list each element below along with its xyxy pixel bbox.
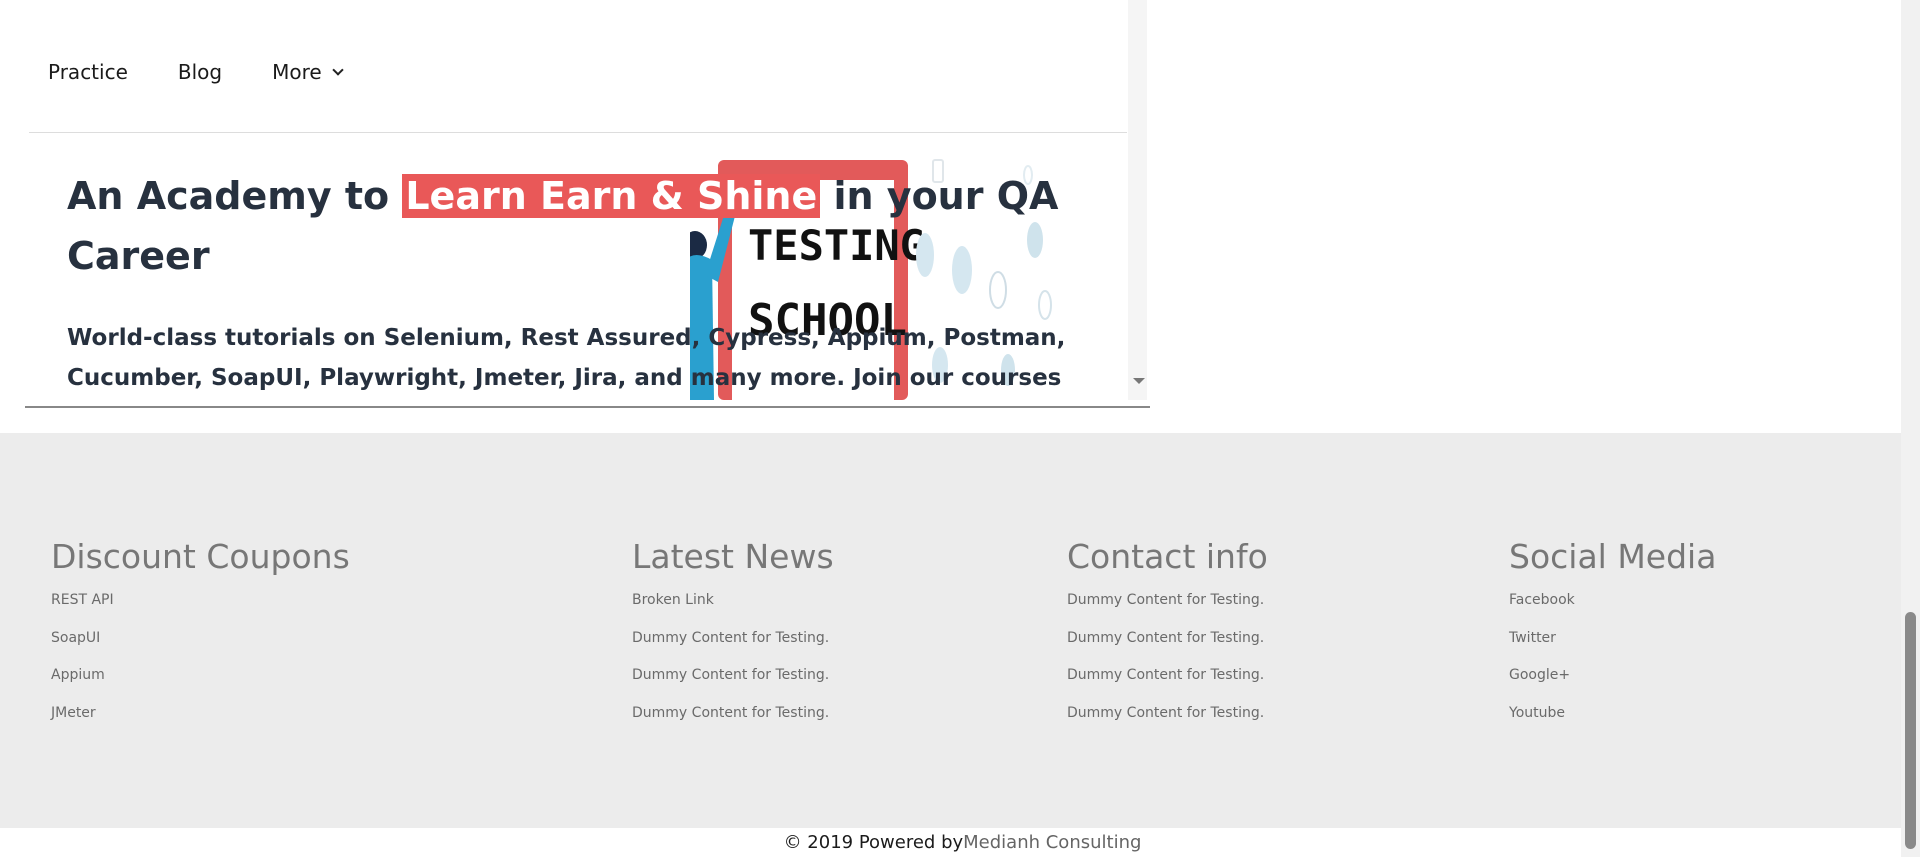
page-scrollbar-thumb[interactable] [1905,612,1916,849]
footer-link[interactable]: Dummy Content for Testing. [1067,667,1264,683]
footer-link[interactable]: REST API [51,592,114,608]
footer-link[interactable]: Dummy Content for Testing. [1067,592,1264,608]
google-plus-link[interactable]: Google+ [1509,667,1570,683]
footer-col-social-media: Social Media Facebook Twitter Google+ Yo… [1509,537,1716,740]
list-item: Dummy Content for Testing. [632,628,834,666]
footer-link[interactable]: Dummy Content for Testing. [632,630,829,646]
copyright-bar: © 2019 Powered by Medianh Consulting [0,828,1901,857]
hero-title-highlight: Learn Earn & Shine [402,174,821,218]
footer-col-contact-info: Contact info Dummy Content for Testing. … [1067,537,1268,740]
scroll-down-arrow-icon[interactable] [1133,378,1145,384]
nav-divider [29,132,1127,133]
facebook-link[interactable]: Facebook [1509,592,1575,608]
copyright-text: © 2019 Powered by Medianh Consulting [772,828,1142,857]
list-item: REST API [51,590,350,628]
youtube-link[interactable]: Youtube [1509,705,1565,721]
list-item: Twitter [1509,628,1716,666]
footer-col-title: Contact info [1067,537,1268,576]
site-footer: Discount Coupons REST API SoapUI Appium … [0,433,1901,828]
footer-link[interactable]: Dummy Content for Testing. [1067,630,1264,646]
nav-more-label: More [272,60,322,84]
nav-practice[interactable]: Practice [48,60,128,84]
hero-title-start: An Academy to [67,174,403,218]
list-item: SoapUI [51,628,350,666]
list-item: Broken Link [632,590,834,628]
footer-link[interactable]: SoapUI [51,630,100,646]
list-item: Facebook [1509,590,1716,628]
nav-blog-label: Blog [177,60,223,84]
list-item: Dummy Content for Testing. [632,665,834,703]
footer-col-title: Social Media [1509,537,1717,576]
list-item: Dummy Content for Testing. [1067,703,1268,741]
copyright-link[interactable]: Medianh Consulting [963,832,1141,853]
footer-link[interactable]: Appium [51,667,105,683]
list-item: Dummy Content for Testing. [1067,628,1268,666]
footer-col-title: Latest News [632,537,834,576]
top-nav: Practice Blog More [48,60,344,84]
list-item: Appium [51,665,350,703]
hero-title: An Academy to Learn Earn & Shine in your… [67,166,1067,286]
list-item: Dummy Content for Testing. [1067,665,1268,703]
list-item: Dummy Content for Testing. [1067,590,1268,628]
footer-link[interactable]: Broken Link [632,592,714,608]
footer-link[interactable]: Dummy Content for Testing. [632,667,829,683]
list-item: Google+ [1509,665,1716,703]
footer-col-discount-coupons: Discount Coupons REST API SoapUI Appium … [51,537,350,740]
frame-bottom-border [25,406,1150,408]
footer-link[interactable]: JMeter [51,705,96,721]
footer-col-latest-news: Latest News Broken Link Dummy Content fo… [632,537,834,740]
footer-link[interactable]: Dummy Content for Testing. [1067,705,1264,721]
list-item: JMeter [51,703,350,741]
footer-link[interactable]: Dummy Content for Testing. [632,705,829,721]
footer-col-title: Discount Coupons [51,537,350,576]
nav-blog[interactable]: Blog [178,60,222,84]
twitter-link[interactable]: Twitter [1509,630,1556,646]
nav-practice-label: Practice [48,60,128,84]
embedded-frame[interactable]: Practice Blog More TESTING SCHOOL An Aca… [0,0,1150,408]
page-scrollbar[interactable] [1901,0,1920,857]
copyright-prefix: © 2019 Powered by [783,832,964,853]
hero-subtitle: World-class tutorials on Selenium, Rest … [67,325,1066,408]
frame-scrollbar[interactable] [1128,0,1147,400]
nav-more-dropdown[interactable]: More [272,60,344,84]
list-item: Youtube [1509,703,1716,741]
chevron-down-icon [332,64,344,76]
list-item: Dummy Content for Testing. [632,703,834,741]
